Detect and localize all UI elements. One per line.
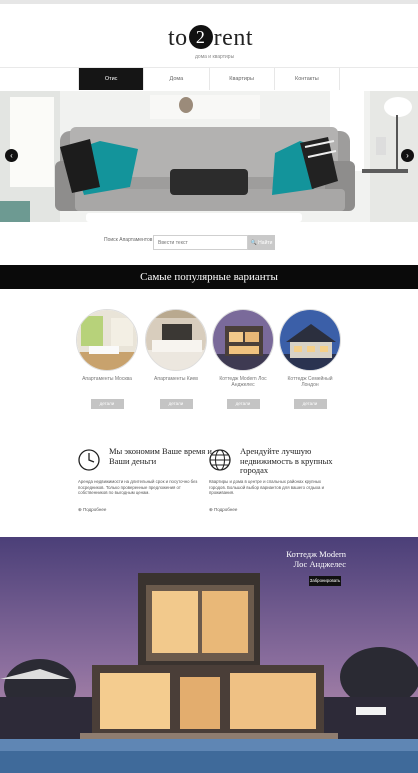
popular-heading: Самые популярные варианты: [0, 265, 418, 289]
card-details-button[interactable]: детали: [293, 399, 327, 409]
search-input[interactable]: [153, 235, 248, 250]
card-details-button[interactable]: детали: [159, 399, 193, 409]
feature-more-link[interactable]: ⊕ Подробнее: [209, 507, 237, 513]
feature-more-link-label: Подробнее: [83, 507, 107, 512]
hero-prev-arrow[interactable]: ‹: [5, 149, 18, 162]
nav-item-apartments[interactable]: Квартиры: [210, 68, 275, 90]
nav-item-houses[interactable]: Дома: [144, 68, 210, 90]
site-header: to 2 rent дома и квартиры: [0, 4, 418, 68]
card-image-la[interactable]: [212, 309, 274, 371]
hero-next-arrow[interactable]: ›: [401, 149, 414, 162]
card-kiev: Апартаменты Киев детали: [145, 309, 207, 410]
search-label: Поиск Апартаментов: [104, 237, 153, 243]
feature-text: Квартиры и дома в центре и спальных райо…: [209, 479, 325, 495]
site-logo[interactable]: to 2 rent: [168, 24, 253, 52]
card-image-moscow[interactable]: [76, 309, 138, 371]
search-button-label: Найти: [258, 239, 273, 246]
promo-title-line2: Лос Анджелес: [293, 559, 346, 569]
promo-title: Коттедж Modern Лос Анджелес: [240, 549, 346, 569]
card-details-button[interactable]: детали: [90, 399, 124, 409]
feature-title: Арендуйте лучшую недвижимость в крупных …: [240, 446, 333, 475]
main-nav: Отис Дома Квартиры Контакты: [78, 68, 340, 90]
logo-suffix: rent: [213, 25, 253, 51]
promo-book-button[interactable]: Забронировать: [309, 576, 341, 586]
feature-text: Аренда недвижимости на длительный срок и…: [78, 479, 198, 495]
card-details-button[interactable]: детали: [226, 399, 260, 409]
feature-more-link[interactable]: ⊕ Подробнее: [78, 507, 106, 513]
card-london: Коттедж Семейный Лондон детали: [279, 309, 341, 410]
promo-house-image: [0, 537, 418, 773]
clock-icon: [78, 449, 100, 471]
card-la: Коттедж Modern Лос Анджелес детали: [212, 309, 274, 410]
card-label: Апартаменты Москва: [82, 376, 132, 382]
nav-item-contacts[interactable]: Контакты: [275, 68, 340, 90]
card-image-kiev[interactable]: [145, 309, 207, 371]
card-label: Апартаменты Киев: [154, 376, 198, 382]
nav-item-home[interactable]: Отис: [79, 68, 145, 90]
hero-living-room-image: [0, 91, 418, 222]
promo-title-line1: Коттедж Modern: [286, 549, 346, 559]
logo-prefix: to: [168, 25, 188, 51]
promo-banner: [0, 537, 418, 773]
site-tagline: дома и квартиры: [195, 54, 235, 60]
card-image-london[interactable]: [279, 309, 341, 371]
logo-digit-badge: 2: [188, 25, 213, 49]
card-moscow: Апартаменты Москва детали: [76, 309, 138, 410]
card-label: Коттедж Семейный Лондон: [287, 376, 333, 388]
search-button[interactable]: 🔍 Найти: [248, 235, 275, 250]
hero-slider: [0, 91, 418, 222]
feature-title: Мы экономим Ваше время и Ваши деньги: [109, 446, 212, 466]
card-label: Коттедж Modern Лос Анджелес: [219, 376, 267, 388]
globe-icon: [209, 449, 231, 471]
feature-more-link-label: Подробнее: [214, 507, 238, 512]
popular-cards: Апартаменты Москва детали Апартаменты Ки…: [76, 309, 346, 409]
